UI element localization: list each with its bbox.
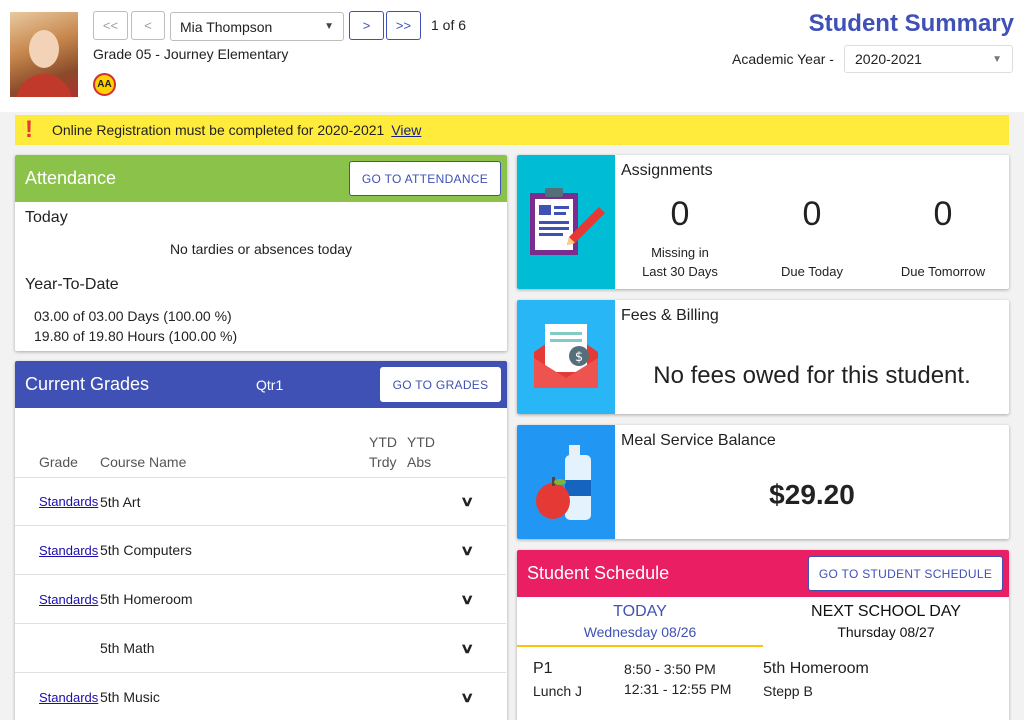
course-name: 5th Music (100, 689, 160, 705)
table-row[interactable]: Standards 5th Music ∨ (15, 673, 506, 720)
clipboard-icon (517, 155, 615, 289)
previous-student-button[interactable]: < (131, 11, 165, 40)
tab-today-label: TODAY (613, 603, 667, 620)
course-name: 5th Computers (100, 542, 192, 558)
chevron-down-icon[interactable]: ∨ (460, 591, 474, 608)
attendance-card: Attendance GO TO ATTENDANCE Today No tar… (15, 155, 507, 351)
tab-today-date: Wednesday 08/26 (583, 624, 697, 640)
student-photo (10, 12, 78, 97)
page-title: Student Summary (808, 10, 1014, 37)
schedule-time: 8:50 - 3:50 PM (624, 661, 716, 677)
assignments-title: Assignments (621, 162, 713, 179)
standards-link[interactable]: Standards (39, 494, 98, 509)
schedule-lunch-time: 12:31 - 12:55 PM (624, 681, 732, 697)
due-tomorrow-label: Due Tomorrow (900, 264, 986, 279)
schedule-teacher: Stepp B (763, 683, 813, 699)
missing-label-line2: Last 30 Days (642, 264, 718, 279)
standards-link[interactable]: Standards (39, 690, 98, 705)
tab-next-label: NEXT SCHOOL DAY (811, 603, 961, 620)
standards-link[interactable]: Standards (39, 592, 98, 607)
ytd-hours: 19.80 of 19.80 Hours (100.00 %) (34, 328, 238, 344)
column-ytd-trdy-top: YTD (369, 434, 397, 450)
go-to-schedule-button[interactable]: GO TO STUDENT SCHEDULE (808, 556, 1003, 591)
chevron-down-icon[interactable]: ∨ (460, 689, 474, 706)
tab-next-date: Thursday 08/27 (837, 624, 935, 640)
first-student-button[interactable]: << (93, 11, 128, 40)
column-course-name: Course Name (100, 454, 187, 470)
standards-link[interactable]: Standards (39, 543, 98, 558)
schedule-header: Student Schedule GO TO STUDENT SCHEDULE (517, 550, 1009, 597)
column-ytd-abs-bottom: Abs (407, 454, 432, 470)
today-label: Today (25, 209, 68, 226)
attendance-title: Attendance (25, 168, 117, 188)
missing-count: 0 (670, 195, 690, 233)
due-today-count: 0 (802, 195, 822, 233)
go-to-attendance-button[interactable]: GO TO ATTENDANCE (349, 161, 501, 196)
tab-next-school-day[interactable]: NEXT SCHOOL DAY Thursday 08/27 (763, 597, 1009, 647)
course-name: 5th Math (100, 640, 155, 656)
student-header: << < Mia Thompson ▼ > >> 1 of 6 Grade 05… (0, 0, 1024, 112)
grades-card: Current Grades Qtr1 GO TO GRADES Grade C… (15, 361, 507, 720)
course-name: 5th Art (100, 493, 141, 510)
column-ytd-abs-top: YTD (407, 434, 435, 450)
chevron-down-icon: ▼ (992, 53, 1002, 65)
student-name: Mia Thompson (180, 18, 273, 35)
alert-icon: ! (25, 116, 33, 143)
grade-school: Grade 05 - Journey Elementary (93, 46, 289, 62)
attendance-header: Attendance GO TO ATTENDANCE (15, 155, 507, 202)
meal-card[interactable]: Meal Service Balance $29.20 (517, 425, 1009, 539)
meal-title: Meal Service Balance (621, 432, 776, 449)
aa-badge-icon[interactable]: AA (93, 73, 116, 96)
tab-today[interactable]: TODAY Wednesday 08/26 (517, 597, 763, 647)
assignments-card[interactable]: Assignments 0 Missing in Last 30 Days 0 … (517, 155, 1009, 289)
grades-title: Current Grades (25, 374, 150, 394)
meal-balance: $29.20 (769, 479, 855, 510)
alert-view-link[interactable]: View (391, 122, 421, 138)
column-ytd-trdy-bottom: Trdy (369, 454, 397, 470)
chevron-down-icon[interactable]: ∨ (460, 493, 474, 510)
schedule-card: Student Schedule GO TO STUDENT SCHEDULE … (517, 550, 1009, 720)
chevron-down-icon: ▼ (324, 21, 334, 32)
table-row[interactable]: Standards 5th Homeroom ∨ (15, 575, 506, 624)
course-name: 5th Homeroom (100, 591, 193, 607)
last-student-button[interactable]: >> (386, 11, 421, 40)
chevron-down-icon[interactable]: ∨ (460, 542, 474, 559)
grades-header: Current Grades Qtr1 GO TO GRADES (15, 361, 507, 408)
academic-year-select[interactable]: 2020-2021 ▼ (844, 45, 1013, 73)
schedule-course: 5th Homeroom (763, 660, 869, 677)
due-tomorrow-count: 0 (933, 195, 953, 233)
today-status: No tardies or absences today (169, 241, 353, 257)
schedule-title: Student Schedule (527, 563, 670, 583)
alert-message: Online Registration must be completed fo… (52, 122, 385, 138)
student-position: 1 of 6 (431, 17, 467, 33)
grades-term: Qtr1 (256, 376, 284, 393)
ytd-days: 03.00 of 03.00 Days (100.00 %) (34, 308, 232, 324)
fees-message: No fees owed for this student. (653, 362, 971, 389)
table-row[interactable]: 5th Math ∨ (15, 624, 506, 673)
missing-label-line1: Missing in (651, 245, 709, 260)
svg-text:$: $ (575, 350, 583, 365)
student-select[interactable]: Mia Thompson ▼ (170, 12, 344, 41)
fees-title: Fees & Billing (621, 307, 719, 324)
due-today-label: Due Today (781, 264, 843, 279)
registration-alert: ! Online Registration must be completed … (15, 115, 1009, 145)
next-student-button[interactable]: > (349, 11, 384, 40)
schedule-lunch: Lunch J (533, 683, 583, 699)
missing-label: Missing in Last 30 Days (625, 243, 735, 281)
ytd-label: Year-To-Date (25, 276, 119, 293)
academic-year-value: 2020-2021 (855, 51, 922, 67)
apple-water-bottle-icon (517, 425, 615, 539)
chevron-down-icon[interactable]: ∨ (460, 640, 474, 657)
column-grade: Grade (39, 454, 78, 470)
table-row[interactable]: Standards 5th Computers ∨ (15, 526, 506, 575)
fees-card[interactable]: $ Fees & Billing No fees owed for this s… (517, 300, 1009, 414)
academic-year-label: Academic Year - (732, 51, 834, 67)
schedule-period: P1 (533, 660, 553, 677)
envelope-bill-icon: $ (517, 300, 615, 414)
table-row[interactable]: Standards 5th Art ∨ (15, 477, 506, 526)
go-to-grades-button[interactable]: GO TO GRADES (380, 367, 501, 402)
